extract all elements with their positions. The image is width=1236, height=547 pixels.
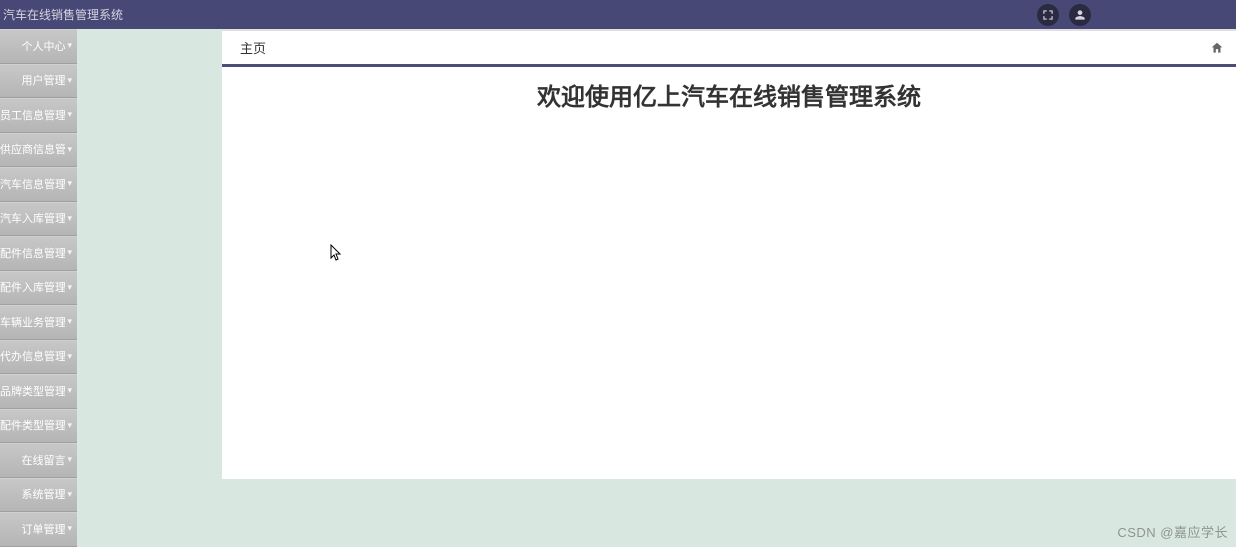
tab-home[interactable]: 主页 — [240, 38, 266, 57]
main-content: 主页 欢迎使用亿上汽车在线销售管理系统 — [222, 29, 1236, 479]
sidebar-item-label: 代办信息管理 — [0, 348, 65, 364]
sidebar-item-vehicle-business[interactable]: 车辆业务管理 ▾ — [0, 305, 77, 340]
chevron-down-icon: ▾ — [67, 420, 72, 431]
chevron-down-icon: ▾ — [67, 523, 72, 534]
tab-bar: 主页 — [222, 31, 1236, 67]
sidebar-item-parts-type[interactable]: 配件类型管理 ▾ — [0, 409, 77, 444]
sidebar-item-label: 供应商信息管理 — [0, 141, 65, 157]
chevron-down-icon: ▾ — [67, 109, 72, 120]
user-icon — [1073, 8, 1087, 22]
sidebar-item-order-mgmt[interactable]: 订单管理 ▾ — [0, 512, 77, 547]
chevron-down-icon: ▾ — [67, 144, 72, 155]
chevron-down-icon: ▾ — [67, 75, 72, 86]
sidebar-item-agency-info[interactable]: 代办信息管理 ▾ — [0, 340, 77, 375]
sidebar-item-system-mgmt[interactable]: 系统管理 ▾ — [0, 478, 77, 513]
sidebar-item-car-info[interactable]: 汽车信息管理 ▾ — [0, 167, 77, 202]
sidebar-item-label: 在线留言 — [21, 452, 65, 468]
chevron-down-icon: ▾ — [67, 489, 72, 500]
sidebar-item-brand-type[interactable]: 品牌类型管理 ▾ — [0, 374, 77, 409]
chevron-down-icon: ▾ — [67, 282, 72, 293]
chevron-down-icon: ▾ — [67, 351, 72, 362]
sidebar-item-label: 车辆业务管理 — [0, 314, 65, 330]
watermark: CSDN @嘉应学长 — [1117, 522, 1228, 541]
chevron-down-icon: ▾ — [67, 247, 72, 258]
sidebar-item-label: 订单管理 — [21, 521, 65, 537]
sidebar-item-car-inbound[interactable]: 汽车入库管理 ▾ — [0, 202, 77, 237]
sidebar-item-label: 汽车信息管理 — [0, 176, 65, 192]
sidebar-item-parts-inbound[interactable]: 配件入库管理 ▾ — [0, 271, 77, 306]
sidebar-gap — [77, 29, 222, 547]
chevron-down-icon: ▾ — [67, 40, 72, 51]
header-actions — [1037, 4, 1091, 26]
fullscreen-button[interactable] — [1037, 4, 1059, 26]
sidebar-item-label: 汽车入库管理 — [0, 210, 65, 226]
home-icon[interactable] — [1210, 41, 1224, 55]
welcome-heading: 欢迎使用亿上汽车在线销售管理系统 — [222, 67, 1236, 112]
sidebar-item-supplier-info[interactable]: 供应商信息管理 ▾ — [0, 133, 77, 168]
sidebar-item-label: 系统管理 — [21, 486, 65, 502]
sidebar-item-user-mgmt[interactable]: 用户管理 ▾ — [0, 64, 77, 99]
chevron-down-icon: ▾ — [67, 178, 72, 189]
expand-icon — [1041, 8, 1055, 22]
chevron-down-icon: ▾ — [67, 213, 72, 224]
sidebar-item-label: 配件入库管理 — [0, 279, 65, 295]
chevron-down-icon: ▾ — [67, 454, 72, 465]
chevron-down-icon: ▾ — [67, 316, 72, 327]
app-title: 汽车在线销售管理系统 — [3, 6, 123, 23]
header-bar: 汽车在线销售管理系统 — [0, 0, 1236, 29]
sidebar-item-parts-info[interactable]: 配件信息管理 ▾ — [0, 236, 77, 271]
sidebar-item-label: 个人中心 — [21, 38, 65, 54]
sidebar-item-label: 员工信息管理 — [0, 107, 65, 123]
sidebar-item-label: 用户管理 — [21, 72, 65, 88]
sidebar-item-online-message[interactable]: 在线留言 ▾ — [0, 443, 77, 478]
sidebar-item-label: 配件信息管理 — [0, 245, 65, 261]
sidebar: 个人中心 ▾ 用户管理 ▾ 员工信息管理 ▾ 供应商信息管理 ▾ 汽车信息管理 … — [0, 29, 77, 547]
user-button[interactable] — [1069, 4, 1091, 26]
sidebar-item-personal-center[interactable]: 个人中心 ▾ — [0, 29, 77, 64]
sidebar-item-label: 品牌类型管理 — [0, 383, 65, 399]
sidebar-item-employee-info[interactable]: 员工信息管理 ▾ — [0, 98, 77, 133]
sidebar-item-label: 配件类型管理 — [0, 417, 65, 433]
chevron-down-icon: ▾ — [67, 385, 72, 396]
